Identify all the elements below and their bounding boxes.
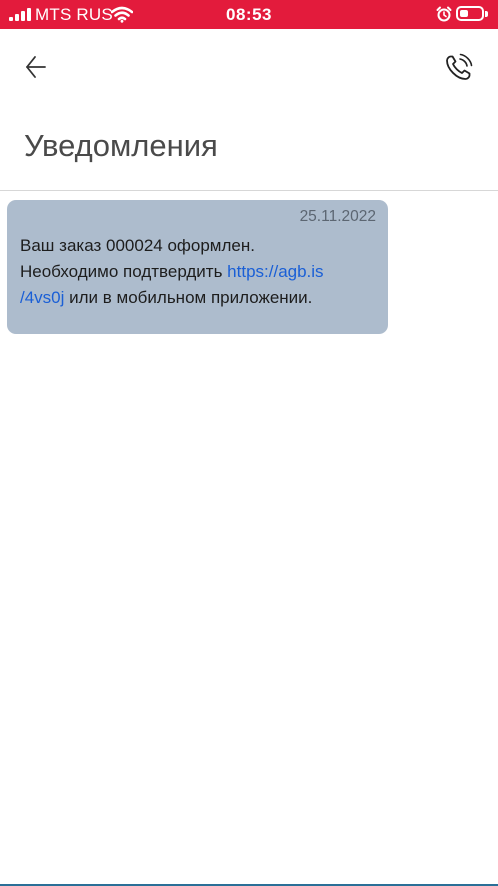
notifications-screen: MTS RUS 08:53 Уведомления 25.11.2022 Ваш… [0,0,498,886]
back-button[interactable] [18,50,54,86]
message-link-part-1: https://agb.is [227,262,324,281]
message-text-after-link: или в мобильном приложении. [64,288,313,307]
message-bubble: 25.11.2022 Ваш заказ 000024 оформлен. Не… [7,200,388,334]
call-button[interactable] [440,50,476,86]
status-time: 08:53 [226,5,272,24]
battery-level [460,10,468,17]
status-bar: MTS RUS 08:53 [0,0,498,29]
battery-tip [485,11,488,17]
arrow-left-icon [26,56,46,78]
header-divider [0,190,498,191]
message-text: Ваш заказ 000024 оформлен. Необходимо по… [20,233,382,311]
alarm-icon [436,6,452,22]
message-date: 25.11.2022 [299,208,376,225]
page-title: Уведомления [24,128,218,163]
message-line-1: Ваш заказ 000024 оформлен. [20,236,255,255]
message-text-before-link: Необходимо подтвердить [20,262,228,281]
message-link-part-2: /4vs0j [20,288,65,307]
phone-call-icon [446,53,473,80]
battery-icon [456,6,484,21]
